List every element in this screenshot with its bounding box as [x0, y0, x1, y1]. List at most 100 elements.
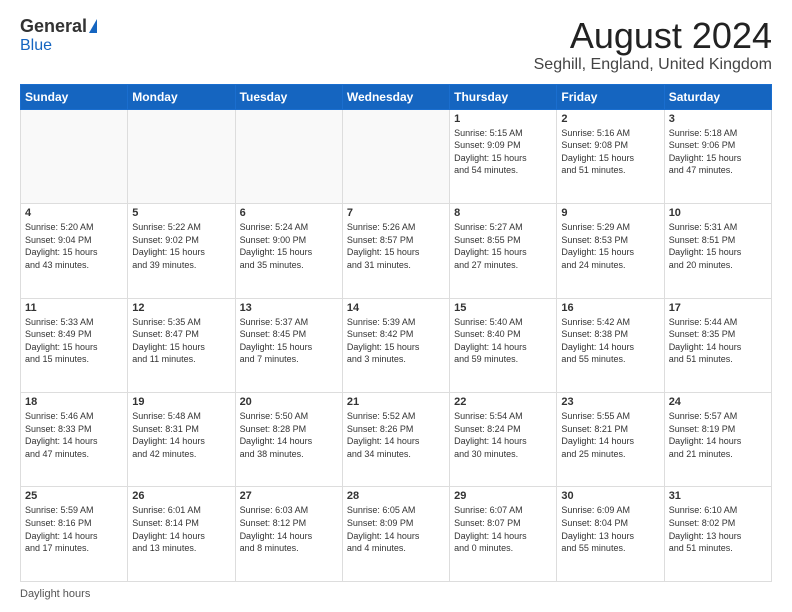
calendar-cell: 23Sunrise: 5:55 AM Sunset: 8:21 PM Dayli… — [557, 393, 664, 487]
day-info: Sunrise: 5:31 AM Sunset: 8:51 PM Dayligh… — [669, 221, 767, 271]
calendar-cell — [235, 109, 342, 203]
calendar-day-header: Sunday — [21, 84, 128, 109]
calendar-cell: 18 Sunrise: 5:46 AM Sunset: 8:33 PM Dayli… — [21, 393, 128, 487]
day-info: Sunrise: 5:37 AM Sunset: 8:45 PM Dayligh… — [240, 316, 338, 366]
day-info: Sunrise: 5:59 AM Sunset: 8:16 PM Dayligh… — [25, 504, 123, 554]
calendar-cell: 6 Sunrise: 5:24 AM Sunset: 9:00 PM Daylig… — [235, 204, 342, 298]
calendar-cell — [128, 109, 235, 203]
day-number: 20 — [240, 396, 338, 408]
calendar-table: SundayMondayTuesdayWednesdayThursdayFrid… — [20, 84, 772, 582]
day-number: 31 — [669, 490, 767, 502]
day-info: Sunrise: 5:35 AM Sunset: 8:47 PM Dayligh… — [132, 316, 230, 366]
calendar-cell: 31 Sunrise: 6:10 AM Sunset: 8:02 PM Dayli… — [664, 487, 771, 582]
calendar-cell — [342, 109, 449, 203]
calendar-cell: 26 Sunrise: 6:01 AM Sunset: 8:14 PM Dayli… — [128, 487, 235, 582]
calendar-week-row: 11 Sunrise: 5:33 AM Sunset: 8:49 PM Dayli… — [21, 298, 772, 392]
logo-general: General — [20, 16, 87, 37]
calendar-cell: 30 Sunrise: 6:09 AM Sunset: 8:04 PM Dayli… — [557, 487, 664, 582]
day-info: Sunrise: 5:15 AM Sunset: 9:09 PM Dayligh… — [454, 127, 552, 177]
day-number: 12 — [132, 302, 230, 314]
calendar-cell: 21Sunrise: 5:52 AM Sunset: 8:26 PM Dayli… — [342, 393, 449, 487]
day-info: Sunrise: 5:24 AM Sunset: 9:00 PM Dayligh… — [240, 221, 338, 271]
calendar-cell: 20 Sunrise: 5:50 AM Sunset: 8:28 PM Dayli… — [235, 393, 342, 487]
calendar-cell: 4 Sunrise: 5:20 AM Sunset: 9:04 PM Daylig… — [21, 204, 128, 298]
logo: General Blue — [20, 16, 97, 55]
day-number: 27 — [240, 490, 338, 502]
calendar-cell: 8Sunrise: 5:27 AM Sunset: 8:55 PM Daylig… — [450, 204, 557, 298]
calendar-cell: 19Sunrise: 5:48 AM Sunset: 8:31 PM Dayli… — [128, 393, 235, 487]
calendar-day-header: Saturday — [664, 84, 771, 109]
day-info: Sunrise: 5:50 AM Sunset: 8:28 PM Dayligh… — [240, 410, 338, 460]
day-info: Sunrise: 5:33 AM Sunset: 8:49 PM Dayligh… — [25, 316, 123, 366]
day-info: Sunrise: 6:01 AM Sunset: 8:14 PM Dayligh… — [132, 504, 230, 554]
footer: Daylight hours — [20, 588, 772, 600]
day-number: 30 — [561, 490, 659, 502]
day-info: Sunrise: 6:05 AM Sunset: 8:09 PM Dayligh… — [347, 504, 445, 554]
day-info: Sunrise: 5:39 AM Sunset: 8:42 PM Dayligh… — [347, 316, 445, 366]
calendar-day-header: Monday — [128, 84, 235, 109]
calendar-cell: 3 Sunrise: 5:18 AM Sunset: 9:06 PM Daylig… — [664, 109, 771, 203]
day-info: Sunrise: 5:22 AM Sunset: 9:02 PM Dayligh… — [132, 221, 230, 271]
day-number: 10 — [669, 207, 767, 219]
header: General Blue August 2024 Seghill, Englan… — [20, 16, 772, 74]
calendar-cell: 24Sunrise: 5:57 AM Sunset: 8:19 PM Dayli… — [664, 393, 771, 487]
day-info: Sunrise: 5:20 AM Sunset: 9:04 PM Dayligh… — [25, 221, 123, 271]
calendar-cell: 28 Sunrise: 6:05 AM Sunset: 8:09 PM Dayli… — [342, 487, 449, 582]
calendar-cell: 9 Sunrise: 5:29 AM Sunset: 8:53 PM Daylig… — [557, 204, 664, 298]
day-number: 13 — [240, 302, 338, 314]
day-number: 4 — [25, 207, 123, 219]
calendar-cell — [21, 109, 128, 203]
day-info: Sunrise: 6:03 AM Sunset: 8:12 PM Dayligh… — [240, 504, 338, 554]
day-number: 25 — [25, 490, 123, 502]
day-info: Sunrise: 5:27 AM Sunset: 8:55 PM Dayligh… — [454, 221, 552, 271]
day-info: Sunrise: 5:46 AM Sunset: 8:33 PM Dayligh… — [25, 410, 123, 460]
day-info: Sunrise: 6:09 AM Sunset: 8:04 PM Dayligh… — [561, 504, 659, 554]
calendar-cell: 29 Sunrise: 6:07 AM Sunset: 8:07 PM Dayli… — [450, 487, 557, 582]
day-number: 26 — [132, 490, 230, 502]
day-info: Sunrise: 6:10 AM Sunset: 8:02 PM Dayligh… — [669, 504, 767, 554]
day-number: 17 — [669, 302, 767, 314]
calendar-week-row: 4 Sunrise: 5:20 AM Sunset: 9:04 PM Daylig… — [21, 204, 772, 298]
day-number: 6 — [240, 207, 338, 219]
day-number: 23 — [561, 396, 659, 408]
calendar-cell: 5 Sunrise: 5:22 AM Sunset: 9:02 PM Daylig… — [128, 204, 235, 298]
day-info: Sunrise: 5:48 AM Sunset: 8:31 PM Dayligh… — [132, 410, 230, 460]
day-number: 18 — [25, 396, 123, 408]
day-info: Sunrise: 6:07 AM Sunset: 8:07 PM Dayligh… — [454, 504, 552, 554]
calendar-cell: 1Sunrise: 5:15 AM Sunset: 9:09 PM Daylig… — [450, 109, 557, 203]
calendar-week-row: 1Sunrise: 5:15 AM Sunset: 9:09 PM Daylig… — [21, 109, 772, 203]
calendar-cell: 14 Sunrise: 5:39 AM Sunset: 8:42 PM Dayli… — [342, 298, 449, 392]
calendar-cell: 7Sunrise: 5:26 AM Sunset: 8:57 PM Daylig… — [342, 204, 449, 298]
day-info: Sunrise: 5:44 AM Sunset: 8:35 PM Dayligh… — [669, 316, 767, 366]
day-number: 28 — [347, 490, 445, 502]
day-info: Sunrise: 5:57 AM Sunset: 8:19 PM Dayligh… — [669, 410, 767, 460]
calendar-day-header: Thursday — [450, 84, 557, 109]
calendar-cell: 16 Sunrise: 5:42 AM Sunset: 8:38 PM Dayli… — [557, 298, 664, 392]
calendar-day-header: Wednesday — [342, 84, 449, 109]
calendar-cell: 2Sunrise: 5:16 AM Sunset: 9:08 PM Daylig… — [557, 109, 664, 203]
calendar-week-row: 18 Sunrise: 5:46 AM Sunset: 8:33 PM Dayli… — [21, 393, 772, 487]
day-number: 29 — [454, 490, 552, 502]
day-number: 22 — [454, 396, 552, 408]
logo-text: General — [20, 16, 97, 37]
day-info: Sunrise: 5:29 AM Sunset: 8:53 PM Dayligh… — [561, 221, 659, 271]
calendar-cell: 22Sunrise: 5:54 AM Sunset: 8:24 PM Dayli… — [450, 393, 557, 487]
day-number: 7 — [347, 207, 445, 219]
footer-text: Daylight hours — [20, 588, 90, 600]
day-info: Sunrise: 5:42 AM Sunset: 8:38 PM Dayligh… — [561, 316, 659, 366]
day-number: 16 — [561, 302, 659, 314]
day-number: 14 — [347, 302, 445, 314]
calendar-day-header: Friday — [557, 84, 664, 109]
calendar-cell: 11 Sunrise: 5:33 AM Sunset: 8:49 PM Dayli… — [21, 298, 128, 392]
calendar-week-row: 25 Sunrise: 5:59 AM Sunset: 8:16 PM Dayli… — [21, 487, 772, 582]
logo-blue: Blue — [20, 37, 52, 55]
day-number: 3 — [669, 113, 767, 125]
calendar-header-row: SundayMondayTuesdayWednesdayThursdayFrid… — [21, 84, 772, 109]
calendar-cell: 10 Sunrise: 5:31 AM Sunset: 8:51 PM Dayli… — [664, 204, 771, 298]
day-number: 5 — [132, 207, 230, 219]
logo-triangle-icon — [89, 19, 97, 33]
day-number: 9 — [561, 207, 659, 219]
day-number: 11 — [25, 302, 123, 314]
day-number: 21 — [347, 396, 445, 408]
day-info: Sunrise: 5:18 AM Sunset: 9:06 PM Dayligh… — [669, 127, 767, 177]
